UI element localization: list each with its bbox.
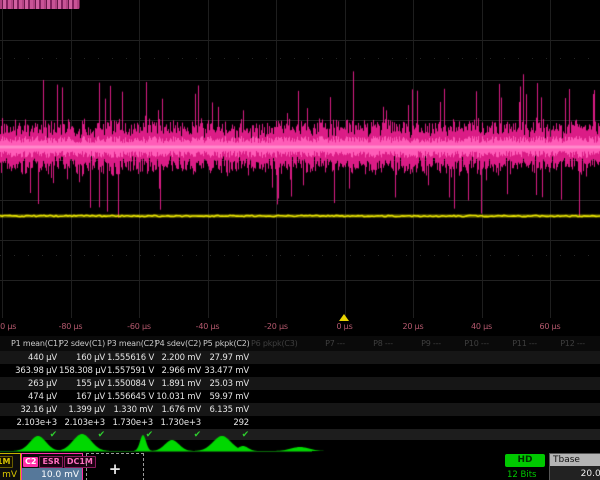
- measurement-value: 1.730e+3: [107, 418, 155, 428]
- measurement-value: 1.557591 V: [107, 366, 155, 376]
- measurement-value: 10.031 mV: [155, 392, 203, 402]
- table-row: 440 µV160 µV1.555616 V2.200 mV27.97 mV: [0, 351, 600, 364]
- time-axis-label: 40 µs: [471, 322, 492, 331]
- measurement-value: 25.03 mV: [203, 379, 251, 389]
- measurement-value: 59.97 mV: [203, 392, 251, 402]
- parameter-header-p4[interactable]: P4 sdev(C2): [155, 339, 203, 348]
- measurement-value: 1.676 mV: [155, 405, 203, 415]
- time-axis-label: -80 µs: [59, 322, 83, 331]
- measurement-value: 32.16 µV: [11, 405, 59, 415]
- parameter-header-p11[interactable]: P11 ---: [491, 339, 539, 348]
- table-row: 474 µV167 µV1.556645 V10.031 mV59.97 mV: [0, 390, 600, 403]
- measurement-value: 2.966 mV: [155, 366, 203, 376]
- measurement-value: 155 µV: [59, 379, 107, 389]
- measurement-value: 33.477 mV: [203, 366, 251, 376]
- measurement-value: 1.550084 V: [107, 379, 155, 389]
- parameter-header-p5[interactable]: P5 pkpk(C2): [203, 339, 251, 348]
- measurement-value: 292: [203, 418, 251, 428]
- add-trace-button[interactable]: +: [86, 453, 144, 480]
- parameter-header-p6[interactable]: P6 pkpk(C3): [251, 339, 299, 348]
- measurement-value: 1.330 mV: [107, 405, 155, 415]
- measurement-value: 160 µV: [59, 353, 107, 363]
- cropped-trace-label: [0, 0, 80, 9]
- measurement-value: 440 µV: [11, 353, 59, 363]
- measurement-value: 167 µV: [59, 392, 107, 402]
- parameter-header-p12[interactable]: P12 ---: [539, 339, 587, 348]
- parameter-header-p8[interactable]: P8 ---: [347, 339, 395, 348]
- time-axis: -100 µs -80 µs -60 µs -40 µs -20 µs 0 µs 20 µs…: [0, 318, 600, 336]
- measurement-value: 1.730e+3: [155, 418, 203, 428]
- parameter-header-p2[interactable]: P2 sdev(C1): [59, 339, 107, 348]
- table-row: 363.98 µV158.308 µV1.557591 V2.966 mV33.…: [0, 364, 600, 377]
- parameter-header-p9[interactable]: P9 ---: [395, 339, 443, 348]
- parameter-histicons: [0, 433, 600, 453]
- c1-vertical-scale: 10.0 mV: [0, 468, 20, 480]
- timebase-scale: 20.0 µs: [550, 466, 600, 479]
- measurement-value: 1.891 mV: [155, 379, 203, 389]
- channel-c1-descriptor[interactable]: C1 DC1M 10.0 mV: [0, 453, 21, 480]
- measurement-value: 2.103e+3: [11, 418, 59, 428]
- measurement-value: 2.103e+3: [59, 418, 107, 428]
- measurement-value: 474 µV: [11, 392, 59, 402]
- measurement-value: 363.98 µV: [11, 366, 59, 376]
- measurement-value: 263 µV: [11, 379, 59, 389]
- channel-c2-descriptor[interactable]: C2 ESR DC1M 10.0 mV: [21, 453, 83, 480]
- c2-eres-badge: ESR: [39, 456, 62, 468]
- timebase-title: Tbase: [550, 454, 600, 466]
- measurement-value: 1.556645 V: [107, 392, 155, 402]
- plus-icon: +: [87, 454, 143, 480]
- parameter-header-p3[interactable]: P3 mean(C2): [107, 339, 155, 348]
- measurement-value: 1.399 µV: [59, 405, 107, 415]
- hd-mode-badge[interactable]: HD: [505, 454, 545, 467]
- table-row: 32.16 µV1.399 µV1.330 mV1.676 mV6.135 mV: [0, 403, 600, 416]
- table-row: 263 µV155 µV1.550084 V1.891 mV25.03 mV: [0, 377, 600, 390]
- table-row: P1 mean(C1)P2 sdev(C1)P3 mean(C2)P4 sdev…: [0, 336, 600, 351]
- time-axis-label: 60 µs: [540, 322, 561, 331]
- parameter-header-p7[interactable]: P7 ---: [299, 339, 347, 348]
- measurement-value: 6.135 mV: [203, 405, 251, 415]
- time-axis-label: -20 µs: [264, 322, 288, 331]
- time-axis-label: -40 µs: [196, 322, 220, 331]
- hd-bits-label: 12 Bits: [507, 470, 536, 480]
- waveform-traces: [0, 0, 600, 330]
- time-axis-label: -100 µs: [0, 322, 16, 331]
- time-axis-label: -60 µs: [127, 322, 151, 331]
- time-axis-label: 0 µs: [336, 322, 352, 331]
- trigger-position-icon[interactable]: [339, 314, 349, 321]
- measurement-value: 2.200 mV: [155, 353, 203, 363]
- c2-vertical-scale: 10.0 mV: [22, 468, 82, 480]
- measurement-value: 27.97 mV: [203, 353, 251, 363]
- parameter-header-p10[interactable]: P10 ---: [443, 339, 491, 348]
- timebase-descriptor[interactable]: Tbase 20.0 µs: [549, 453, 600, 480]
- measurement-value: 158.308 µV: [59, 366, 107, 376]
- oscilloscope-screen: -100 µs -80 µs -60 µs -40 µs -20 µs 0 µs 20 µs…: [0, 0, 600, 480]
- parameter-header-p1[interactable]: P1 mean(C1): [11, 339, 59, 348]
- c2-channel-badge: C2: [23, 457, 38, 467]
- c1-coupling-badge: DC1M: [0, 456, 13, 468]
- measurement-value: 1.555616 V: [107, 353, 155, 363]
- time-axis-label: 20 µs: [403, 322, 424, 331]
- table-row: 2.103e+32.103e+31.730e+31.730e+3292: [0, 416, 600, 429]
- measurement-table: P1 mean(C1)P2 sdev(C1)P3 mean(C2)P4 sdev…: [0, 336, 600, 440]
